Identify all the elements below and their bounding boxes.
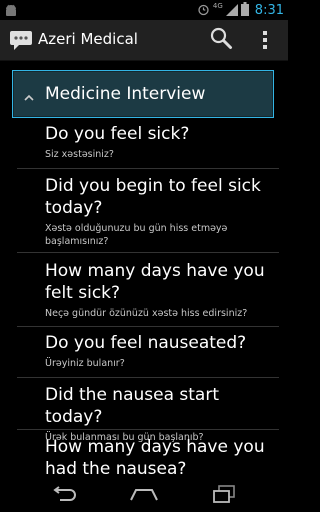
overflow-menu-button[interactable] — [252, 24, 278, 56]
navigation-bar — [0, 480, 288, 512]
chevron-up-icon — [23, 88, 35, 107]
list-item[interactable]: Do you feel nauseated? Ürəyiniz bulanır? — [45, 332, 280, 370]
back-button[interactable] — [44, 484, 84, 508]
recent-apps-icon — [213, 485, 235, 507]
action-bar: Azeri Medical — [0, 20, 288, 61]
list-item[interactable]: How many days have you felt sick? Neçə g… — [45, 260, 280, 320]
signal-icon — [225, 1, 238, 20]
question-english: Do you feel nauseated? — [45, 333, 247, 353]
list-item[interactable]: How many days have you had the nausea? — [45, 436, 280, 480]
question-english: How many days have you felt sick? — [45, 261, 265, 303]
speech-bubble-icon[interactable] — [9, 28, 33, 56]
question-azeri: Ürəyiniz bulanır? — [45, 358, 125, 369]
section-header[interactable]: Medicine Interview — [12, 70, 274, 118]
back-icon — [50, 486, 78, 506]
content-list[interactable]: Medicine Interview Do you feel sick? Siz… — [0, 61, 288, 480]
alarm-icon — [197, 1, 210, 20]
search-button[interactable] — [204, 24, 238, 56]
network-type-label: 4G — [212, 2, 223, 10]
section-title: Medicine Interview — [45, 84, 206, 104]
question-english: Did the nausea start today? — [45, 385, 220, 427]
search-icon — [209, 26, 233, 54]
question-english: Do you feel sick? — [45, 124, 190, 144]
list-item[interactable]: Did the nausea start today? Ürək bulanma… — [45, 384, 280, 444]
list-divider — [17, 377, 279, 378]
list-item[interactable]: Do you feel sick? Siz xəstəsiniz? — [45, 123, 280, 161]
battery-icon — [240, 1, 249, 20]
question-english: How many days have you had the nausea? — [45, 437, 265, 479]
question-azeri: Neçə gündür özünüzü xəstə hiss edirsiniz… — [45, 308, 248, 319]
list-divider — [17, 168, 279, 169]
home-icon — [129, 487, 159, 506]
question-azeri: Xəstə olduğunuzu bu gün hiss etməyə başl… — [45, 223, 228, 247]
status-bar: 4G 8:31 — [0, 0, 288, 20]
app-title: Azeri Medical — [38, 30, 138, 48]
clock-time: 8:31 — [254, 2, 284, 18]
list-divider — [17, 252, 279, 253]
question-azeri: Siz xəstəsiniz? — [45, 149, 114, 160]
home-button[interactable] — [124, 484, 164, 508]
list-divider — [17, 326, 279, 327]
list-divider — [17, 429, 279, 430]
question-english: Did you begin to feel sick today? — [45, 176, 261, 218]
list-item[interactable]: Did you begin to feel sick today? Xəstə … — [45, 175, 280, 248]
recent-apps-button[interactable] — [204, 484, 244, 508]
